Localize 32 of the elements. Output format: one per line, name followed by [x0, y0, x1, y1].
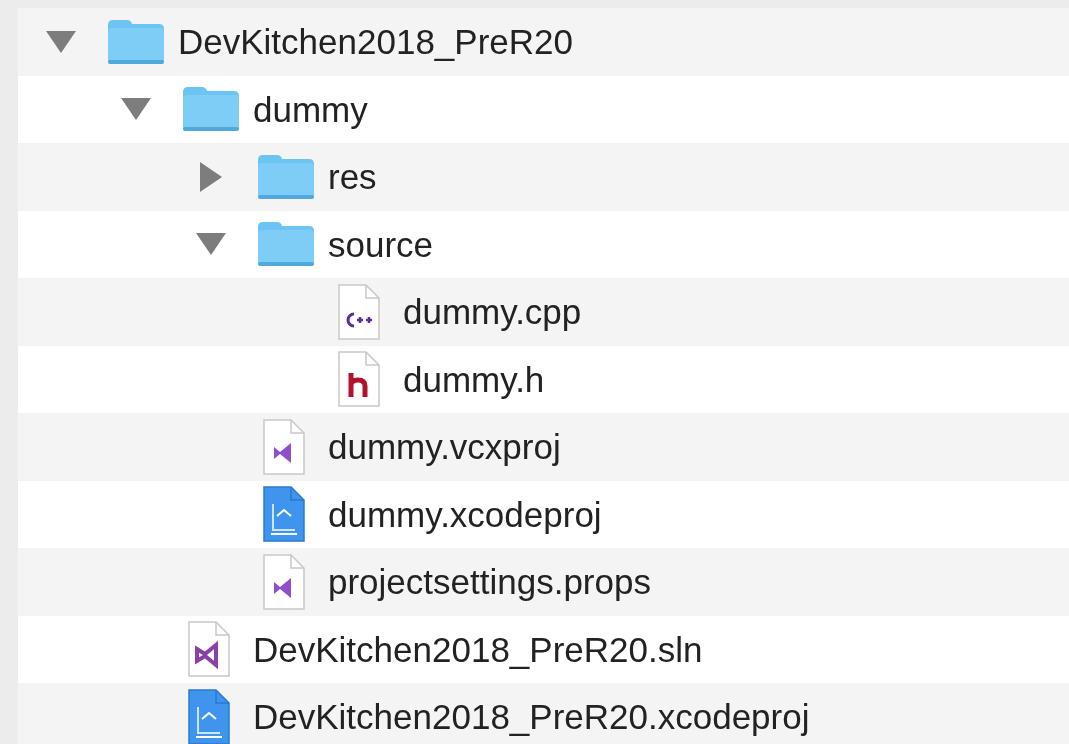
visual-studio-file-icon — [263, 418, 305, 475]
file-name: DevKitchen2018_PreR20.sln — [253, 631, 703, 667]
visual-studio-file-icon — [188, 621, 230, 678]
file-name: dummy.xcodeproj — [328, 496, 602, 532]
file-name: projectsettings.props — [328, 564, 651, 600]
disclosure-triangle[interactable] — [200, 161, 222, 192]
file-name: dummy.vcxproj — [328, 429, 561, 465]
blueprint-file-icon — [263, 486, 305, 543]
header-file-icon — [338, 351, 380, 408]
file-name: DevKitchen2018_PreR20 — [178, 24, 573, 60]
disclosure-triangle[interactable] — [196, 233, 226, 256]
file-name: dummy — [253, 91, 368, 127]
tree-row[interactable]: DevKitchen2018_PreR20 — [18, 8, 1069, 76]
tree-row[interactable]: DevKitchen2018_PreR20.xcodeproj — [18, 683, 1069, 744]
tree-row[interactable]: dummy.cpp — [18, 278, 1069, 346]
tree-row[interactable]: projectsettings.props — [18, 548, 1069, 616]
file-name: dummy.cpp — [403, 294, 582, 330]
tree-row[interactable]: dummy.vcxproj — [18, 413, 1069, 481]
folder-icon — [107, 18, 165, 65]
cpp-file-icon — [338, 283, 380, 340]
blueprint-file-icon — [188, 688, 230, 744]
folder-icon — [182, 86, 240, 133]
file-name: DevKitchen2018_PreR20.xcodeproj — [253, 699, 810, 735]
disclosure-triangle[interactable] — [121, 98, 151, 121]
file-name: dummy.h — [403, 361, 545, 397]
folder-icon — [257, 221, 315, 268]
file-name: res — [328, 159, 377, 195]
file-name: source — [328, 226, 434, 262]
disclosure-triangle[interactable] — [46, 30, 76, 53]
tree-row[interactable]: res — [18, 143, 1069, 211]
folder-icon — [257, 153, 315, 200]
visual-studio-file-icon — [263, 553, 305, 610]
